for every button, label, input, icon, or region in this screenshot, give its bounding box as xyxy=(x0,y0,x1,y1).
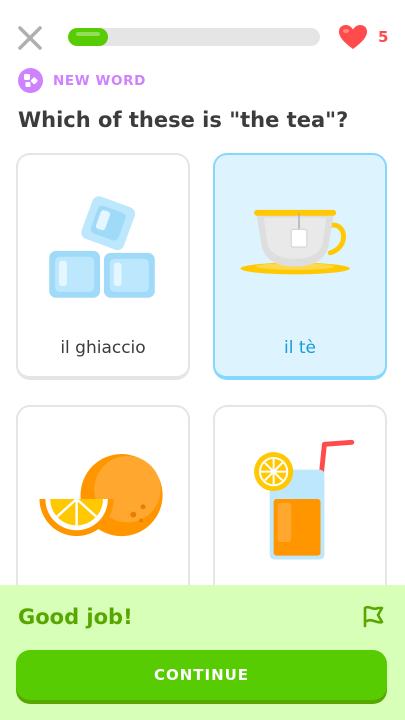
hearts-indicator[interactable]: 5 xyxy=(338,24,388,50)
close-icon xyxy=(18,26,42,50)
choice-card-tea[interactable]: il tè xyxy=(213,153,387,380)
heart-icon xyxy=(339,25,367,49)
feedback-title: Good job! xyxy=(18,605,133,629)
ice-cubes-icon xyxy=(49,196,155,298)
report-flag-icon xyxy=(363,605,384,628)
lesson-progress-fill xyxy=(68,28,109,46)
continue-label: CONTINUE xyxy=(153,666,250,684)
continue-button[interactable]: CONTINUE xyxy=(16,650,387,700)
hearts-count: 5 xyxy=(378,28,389,46)
choice-card-ice[interactable]: il ghiaccio xyxy=(16,153,190,380)
choice-image xyxy=(18,181,188,311)
choice-image xyxy=(215,181,385,311)
report-button[interactable] xyxy=(360,603,386,629)
new-word-badge xyxy=(18,68,43,93)
choice-image xyxy=(18,433,188,563)
feedback-panel: Good job! CONTINUE xyxy=(0,585,405,720)
new-word-tag: NEW WORD xyxy=(18,68,146,93)
new-word-icon xyxy=(24,74,38,87)
choice-image xyxy=(215,433,385,563)
tea-cup-icon xyxy=(240,209,350,275)
close-button[interactable] xyxy=(14,22,46,54)
juice-glass-icon xyxy=(254,439,355,560)
orange-icon xyxy=(39,454,163,537)
new-word-label: NEW WORD xyxy=(53,72,146,89)
question-prompt: Which of these is "the tea"? xyxy=(18,108,349,132)
lesson-progress-bar xyxy=(68,28,320,46)
choice-label: il ghiaccio xyxy=(60,338,146,358)
choice-label: il tè xyxy=(284,338,316,358)
